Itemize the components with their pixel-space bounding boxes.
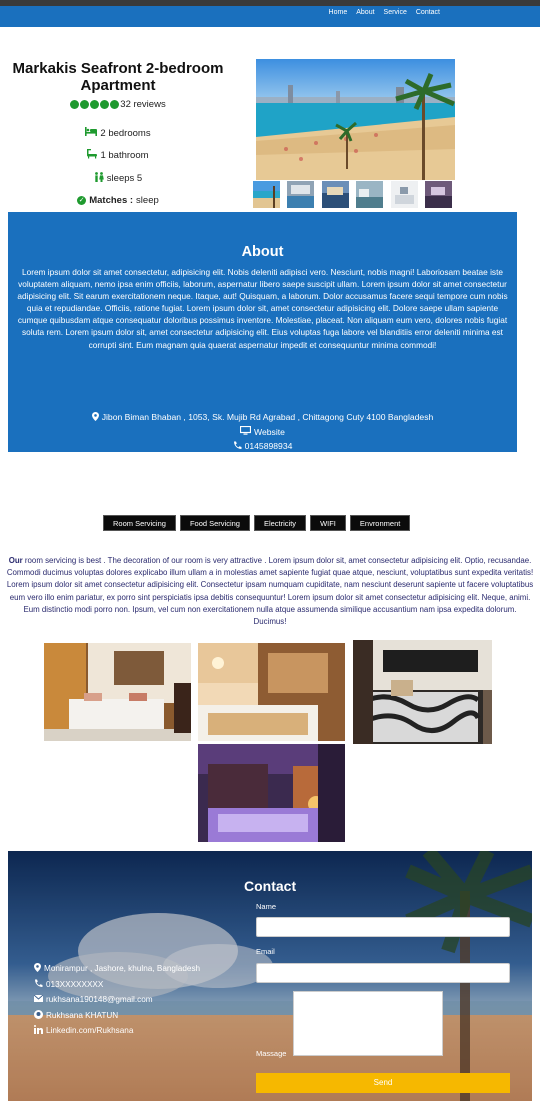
github-icon [34, 1009, 43, 1021]
phone-number: 0145898934 [244, 441, 293, 452]
about-heading: About [241, 244, 284, 260]
contact-github-text[interactable]: Rukhsana KHATUN [46, 1011, 118, 1020]
fact-bathrooms: 1 bathroom [8, 145, 228, 168]
phone-line: 0145898934 [8, 439, 517, 454]
contact-location: Monirampur , Jashore, khulna, Bangladesh [34, 961, 200, 977]
contact-email-text[interactable]: rukhsana190148@gmail.com [46, 995, 153, 1004]
hero-photo-beach[interactable] [256, 59, 455, 180]
bed-icon [85, 127, 98, 139]
about-contact-lines: Jibon Biman Bhaban , 1053, Sk. Mujib Rd … [8, 410, 517, 454]
about-section: About Lorem ipsum dolor sit amet consect… [8, 212, 517, 452]
envelope-icon [33, 994, 44, 1004]
matches-value: sleep [136, 195, 159, 207]
nav-service[interactable]: Service [384, 9, 407, 16]
contact-linkedin-text[interactable]: Linkedin.com/Rukhsana [46, 1026, 133, 1035]
nav-about[interactable]: About [356, 9, 374, 16]
contact-info: Monirampur , Jashore, khulna, Bangladesh… [33, 961, 200, 1039]
gallery-photo-bedroom-3[interactable] [353, 640, 492, 744]
star-icon [110, 100, 120, 109]
contact-phone: 013XXXXXXXX [34, 977, 200, 993]
phone-icon [233, 441, 242, 452]
matches-label: Matches : [89, 195, 134, 207]
thumbnail-resort[interactable] [322, 181, 349, 208]
tab-food-servicing[interactable]: Food Servicing [179, 515, 250, 531]
contact-location-text: Monirampur , Jashore, khulna, Bangladesh [44, 964, 201, 974]
about-body: Lorem ipsum dolor sit amet consectetur, … [17, 267, 508, 350]
bathrooms-text: 1 bathroom [100, 150, 149, 162]
star-icon [100, 100, 110, 109]
address-text: Jibon Biman Bhaban , 1053, Sk. Mujib Rd … [101, 412, 434, 423]
photo-thumbnails [253, 181, 457, 208]
people-icon [94, 171, 104, 185]
contact-section: Contact Name Email Massage Send Moniramp… [8, 851, 532, 1101]
star-icon [80, 100, 90, 109]
thumbnail-pool[interactable] [287, 181, 314, 208]
contact-github[interactable]: Rukhsana KHATUN [34, 1008, 200, 1024]
email-label: Email [256, 947, 275, 956]
check-circle-icon: ✓ [77, 196, 87, 206]
address-line: Jibon Biman Bhaban , 1053, Sk. Mujib Rd … [8, 410, 517, 425]
thumbnail-beach[interactable] [253, 181, 280, 208]
tab-wifi[interactable]: WIFI [310, 515, 346, 531]
star-icon [70, 100, 80, 109]
nav-links: Home About Service Contact [329, 9, 440, 16]
service-body: room servicing is best . The decoration … [6, 556, 534, 627]
thumbnail-terrace[interactable] [356, 181, 383, 208]
listing-facts: 2 bedrooms 1 bathroom sleeps 5 ✓ Matches… [8, 122, 228, 212]
linkedin-icon [34, 1025, 43, 1036]
review-count[interactable]: 32 reviews [120, 99, 165, 110]
service-tabs: Room Servicing Food Servicing Electricit… [103, 515, 411, 531]
location-pin-icon [34, 963, 41, 974]
bedrooms-text: 2 bedrooms [100, 127, 151, 139]
nav-home[interactable]: Home [329, 9, 348, 16]
website-link[interactable]: Website [254, 427, 285, 437]
gallery-photo-bedroom-4[interactable] [198, 744, 345, 842]
contact-heading: Contact [244, 878, 297, 894]
thumbnail-lounge[interactable] [425, 181, 452, 208]
phone-icon [34, 979, 43, 990]
email-input[interactable] [256, 963, 510, 983]
star-icon [90, 100, 100, 109]
name-input[interactable] [256, 917, 510, 937]
tab-room-servicing[interactable]: Room Servicing [103, 515, 176, 531]
contact-email[interactable]: rukhsana190148@gmail.com [33, 992, 200, 1008]
message-textarea[interactable] [293, 991, 443, 1056]
tab-electricity[interactable]: Electricity [253, 515, 307, 531]
website-line[interactable]: Website [8, 425, 517, 440]
fact-sleeps: sleeps 5 [8, 167, 228, 190]
contact-linkedin[interactable]: Linkedin.com/Rukhsana [34, 1023, 200, 1039]
rating: 32 reviews [8, 99, 228, 110]
gallery-photo-bedroom-2[interactable] [198, 643, 345, 741]
name-label: Name [256, 902, 277, 911]
message-label: Massage [256, 1049, 287, 1058]
bath-icon [87, 149, 98, 162]
listing-title: Markakis Seafront 2-bedroom Apartment [12, 60, 224, 94]
tab-environment[interactable]: Envronment [349, 515, 411, 531]
monitor-icon [239, 426, 252, 437]
service-description: Our room servicing is best . The decorat… [6, 555, 534, 628]
location-pin-icon [91, 411, 99, 423]
send-button[interactable]: Send [256, 1073, 510, 1093]
navbar: Home About Service Contact [0, 6, 540, 27]
gallery-photo-bedroom-1[interactable] [44, 643, 191, 741]
fact-bedrooms: 2 bedrooms [8, 122, 228, 145]
sleeps-text: sleeps 5 [106, 172, 143, 184]
fact-matches: ✓ Matches : sleep [8, 190, 228, 213]
thumbnail-room[interactable] [391, 181, 418, 208]
service-lead: Our [8, 556, 23, 565]
contact-phone-text: 013XXXXXXXX [46, 979, 104, 989]
rating-stars [70, 100, 120, 109]
nav-contact[interactable]: Contact [416, 9, 440, 16]
